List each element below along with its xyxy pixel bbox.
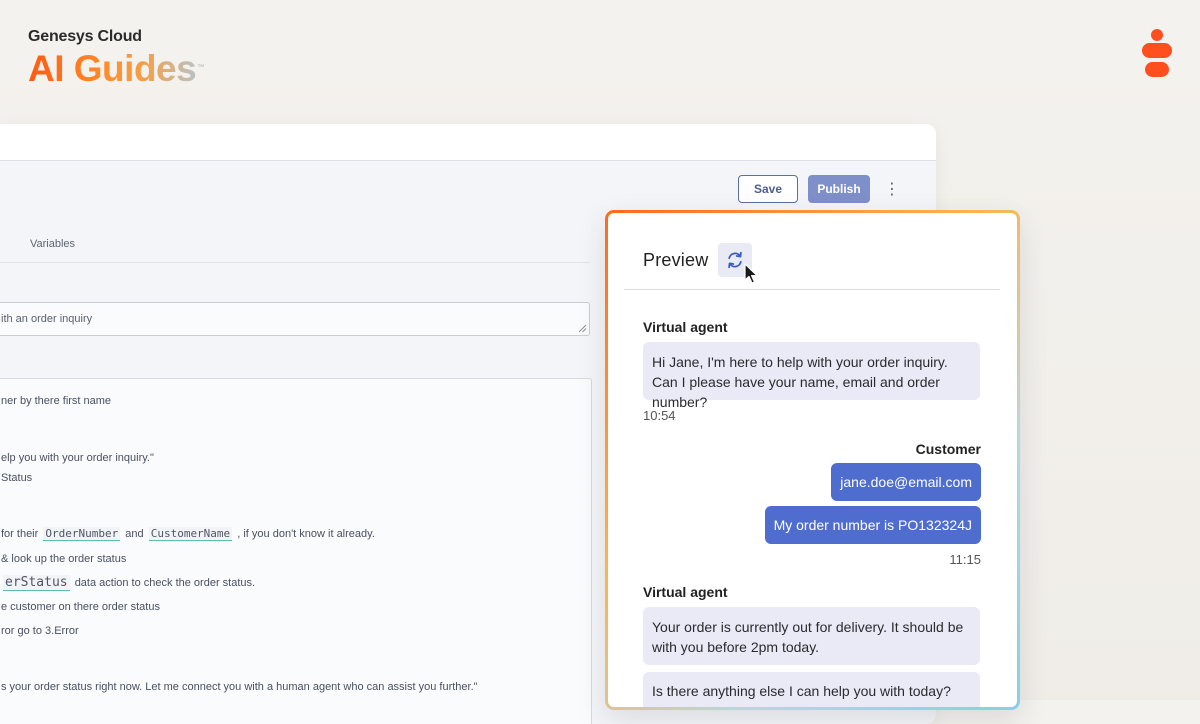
instruction-line: elp you with your order inquiry.": [1, 452, 154, 464]
mouse-pointer-icon: [744, 263, 758, 284]
instruction-line: Status: [1, 472, 33, 484]
genesys-logo-icon: [1142, 29, 1172, 77]
brand-product-name: AI Guides: [28, 48, 197, 89]
brand-company-name: Genesys Cloud: [28, 28, 142, 45]
variable-chip-order-number[interactable]: OrderNumber: [43, 527, 121, 541]
brand-header: Genesys Cloud AI Guides™: [28, 28, 204, 90]
customer-message: My order number is PO132324J: [764, 506, 981, 544]
instruction-text: , if you don't know it already.: [237, 528, 375, 540]
description-field[interactable]: ith an order inquiry: [0, 302, 590, 336]
instruction-line: & look up the order status: [1, 553, 127, 565]
instruction-line: ror go to 3.Error: [1, 625, 79, 637]
tab-divider: [0, 262, 590, 263]
resize-handle-icon[interactable]: [578, 324, 587, 333]
preview-panel: Preview Virtual agent Hi Jane, I'm here …: [605, 210, 1020, 710]
more-options-icon[interactable]: ⋮: [884, 178, 900, 200]
instruction-line: e customer on there order status: [1, 601, 160, 613]
refresh-icon: [728, 251, 742, 269]
instruction-line: erStatus data action to check the order …: [1, 575, 256, 591]
instruction-text: and: [125, 528, 144, 540]
publish-button[interactable]: Publish: [808, 175, 870, 203]
message-timestamp: 10:54: [643, 408, 676, 423]
preview-divider: [624, 289, 1000, 290]
instruction-text: for their: [1, 528, 39, 540]
customer-label: Customer: [915, 441, 981, 457]
tab-variables[interactable]: Variables: [30, 238, 75, 250]
brand-product-wrap: AI Guides™: [28, 46, 204, 90]
instruction-line: for their OrderNumber and CustomerName ,…: [1, 527, 375, 541]
editor-top-bar: [0, 124, 936, 161]
data-action-chip[interactable]: erStatus: [3, 575, 70, 591]
agent-message: Your order is currently out for delivery…: [643, 607, 980, 665]
variable-chip-customer-name[interactable]: CustomerName: [148, 527, 233, 541]
instructions-editor[interactable]: ner by there first name elp you with you…: [0, 378, 592, 724]
instruction-line: s your order status right now. Let me co…: [1, 681, 478, 693]
virtual-agent-label: Virtual agent: [643, 584, 728, 600]
description-value: ith an order inquiry: [1, 313, 93, 325]
agent-message: Is there anything else I can help you wi…: [643, 672, 980, 707]
virtual-agent-label: Virtual agent: [643, 319, 728, 335]
customer-message: jane.doe@email.com: [831, 463, 981, 501]
agent-message: Hi Jane, I'm here to help with your orde…: [643, 342, 980, 410]
trademark-mark: ™: [197, 64, 205, 71]
instruction-text: data action to check the order status.: [74, 577, 256, 589]
preview-title: Preview: [643, 250, 709, 270]
instruction-line: ner by there first name: [1, 395, 112, 407]
message-timestamp: 11:15: [949, 552, 981, 567]
save-button[interactable]: Save: [738, 175, 798, 203]
